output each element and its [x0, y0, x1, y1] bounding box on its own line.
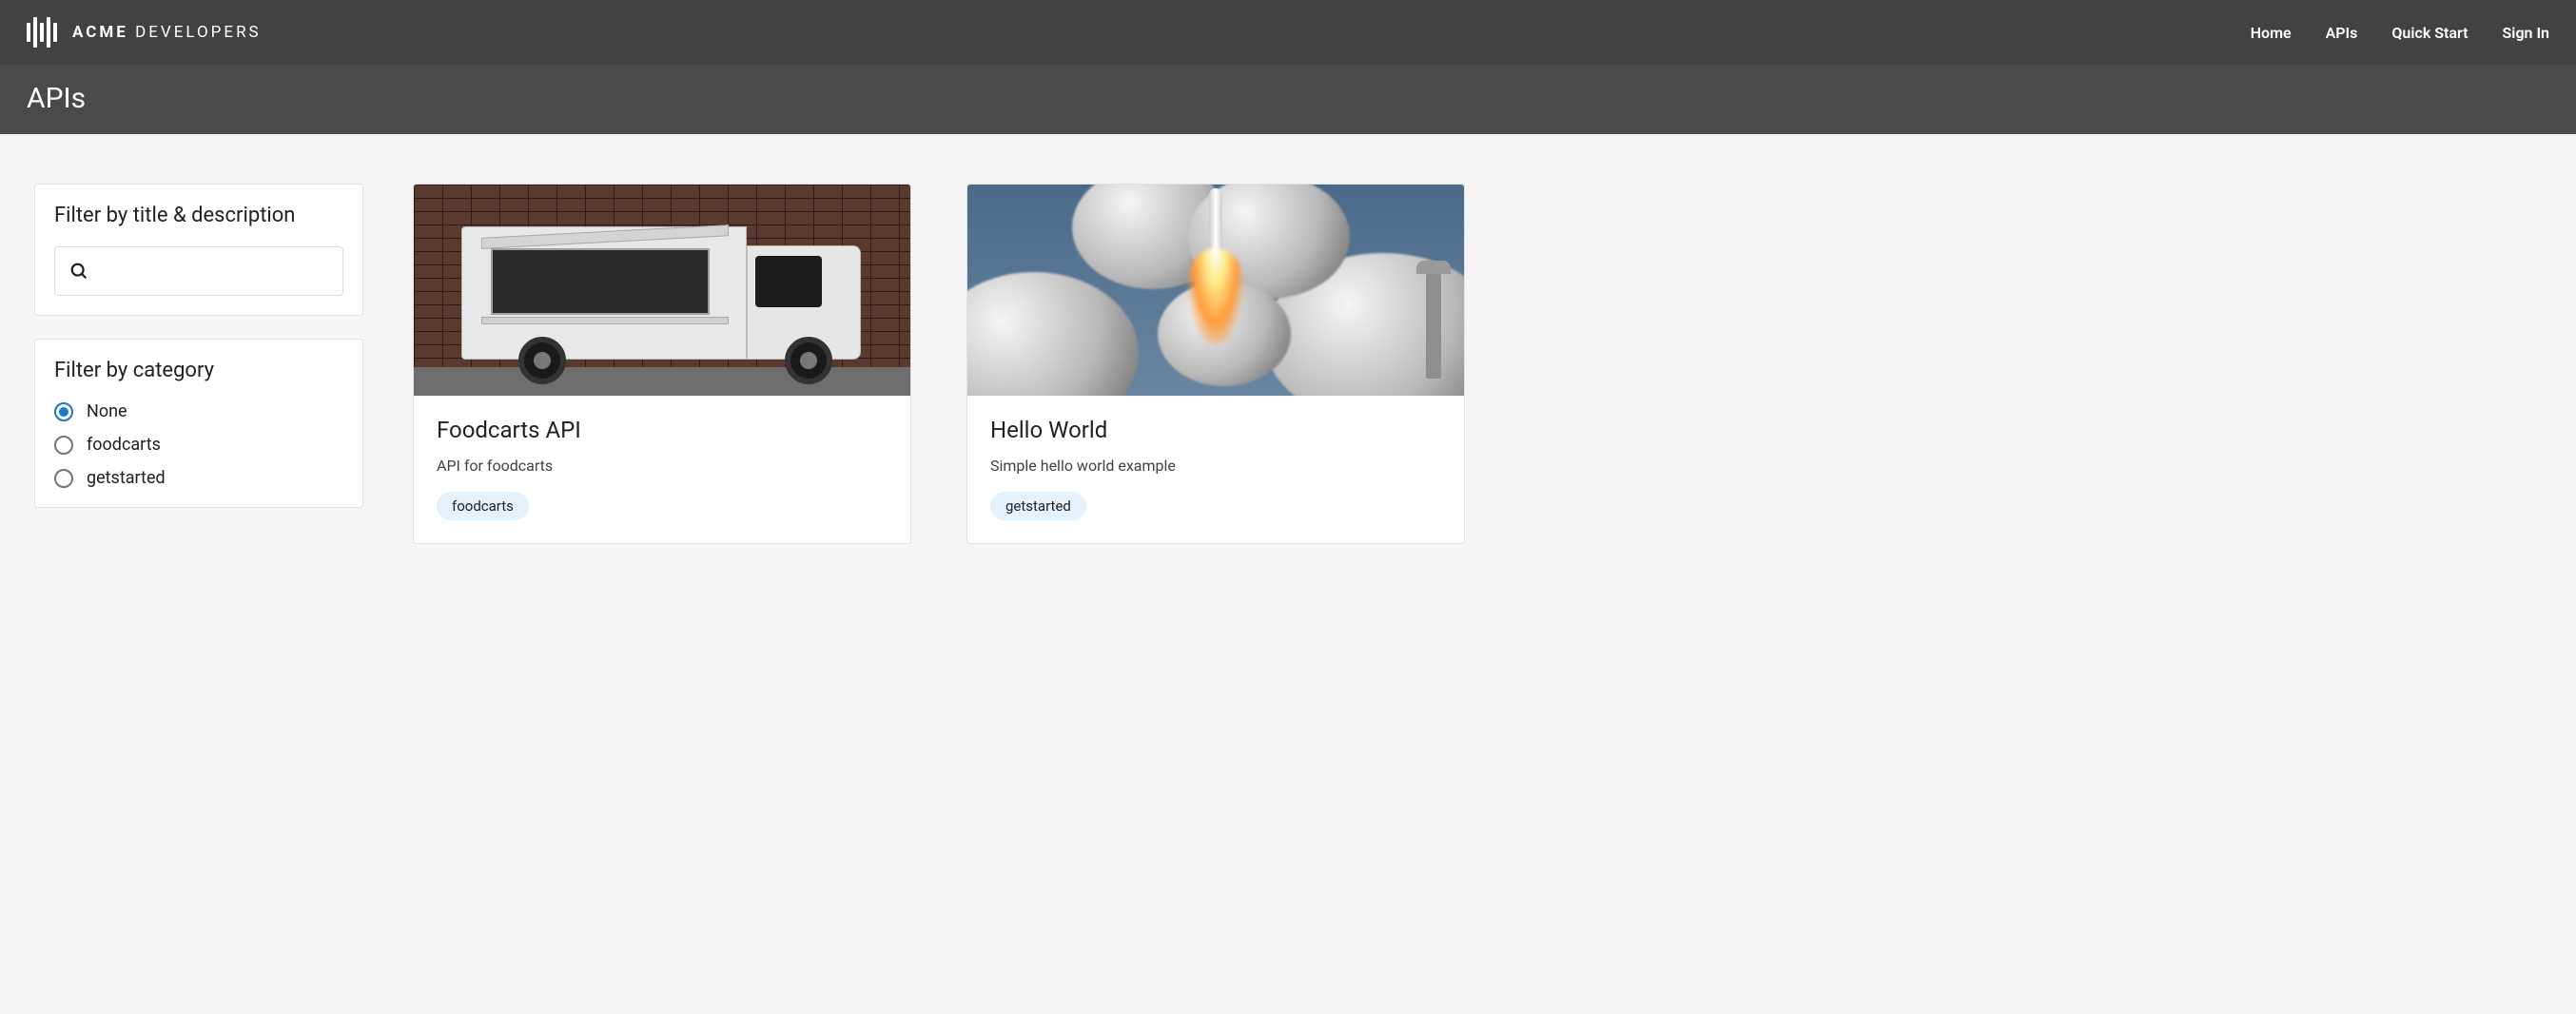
logo-bars-icon	[27, 15, 57, 49]
nav-home[interactable]: Home	[2251, 24, 2292, 42]
api-card-grid: Foodcarts API API for foodcarts foodcart…	[413, 184, 1465, 544]
filter-text-panel: Filter by title & description	[34, 184, 363, 316]
brand-bold: ACME	[72, 23, 128, 42]
radio-icon	[54, 469, 73, 488]
card-tag[interactable]: foodcarts	[437, 492, 529, 520]
radio-option-getstarted[interactable]: getstarted	[54, 468, 343, 488]
logo-area[interactable]: ACME DEVELOPERS	[27, 15, 262, 49]
nav-sign-in[interactable]: Sign In	[2503, 24, 2549, 42]
api-card-foodcarts[interactable]: Foodcarts API API for foodcarts foodcart…	[413, 184, 911, 544]
radio-label: None	[87, 401, 127, 421]
filter-category-panel: Filter by category None foodcarts getsta…	[34, 339, 363, 508]
search-icon	[68, 261, 89, 282]
card-description: Simple hello world example	[990, 457, 1441, 475]
radio-icon	[54, 402, 73, 421]
card-title: Foodcarts API	[437, 417, 888, 443]
sidebar: Filter by title & description Filter by …	[34, 184, 363, 508]
brand-text: ACME DEVELOPERS	[72, 23, 262, 42]
card-image-food-truck	[414, 185, 910, 396]
brand-light: DEVELOPERS	[135, 23, 262, 42]
card-body: Foodcarts API API for foodcarts foodcart…	[414, 396, 910, 543]
nav-apis[interactable]: APIs	[2326, 24, 2358, 42]
filter-category-title: Filter by category	[54, 359, 343, 382]
card-tag[interactable]: getstarted	[990, 492, 1086, 520]
radio-option-foodcarts[interactable]: foodcarts	[54, 435, 343, 455]
top-nav: Home APIs Quick Start Sign In	[2251, 24, 2549, 42]
main: Filter by title & description Filter by …	[0, 134, 2576, 594]
radio-option-none[interactable]: None	[54, 401, 343, 421]
launch-tower	[1426, 274, 1441, 379]
header: ACME DEVELOPERS Home APIs Quick Start Si…	[0, 0, 2576, 65]
radio-label: getstarted	[87, 468, 166, 488]
card-title: Hello World	[990, 417, 1441, 443]
search-input[interactable]	[99, 263, 329, 280]
category-radio-list: None foodcarts getstarted	[54, 401, 343, 488]
card-image-rocket-launch	[967, 185, 1464, 396]
filter-text-title: Filter by title & description	[54, 204, 343, 227]
api-card-hello-world[interactable]: Hello World Simple hello world example g…	[966, 184, 1465, 544]
radio-label: foodcarts	[87, 435, 161, 455]
card-body: Hello World Simple hello world example g…	[967, 396, 1464, 543]
nav-quick-start[interactable]: Quick Start	[2391, 24, 2468, 42]
search-field-wrap[interactable]	[54, 246, 343, 296]
page-title: APIs	[0, 65, 2576, 134]
card-description: API for foodcarts	[437, 457, 888, 475]
rocket-icon	[1187, 188, 1244, 344]
radio-icon	[54, 436, 73, 455]
